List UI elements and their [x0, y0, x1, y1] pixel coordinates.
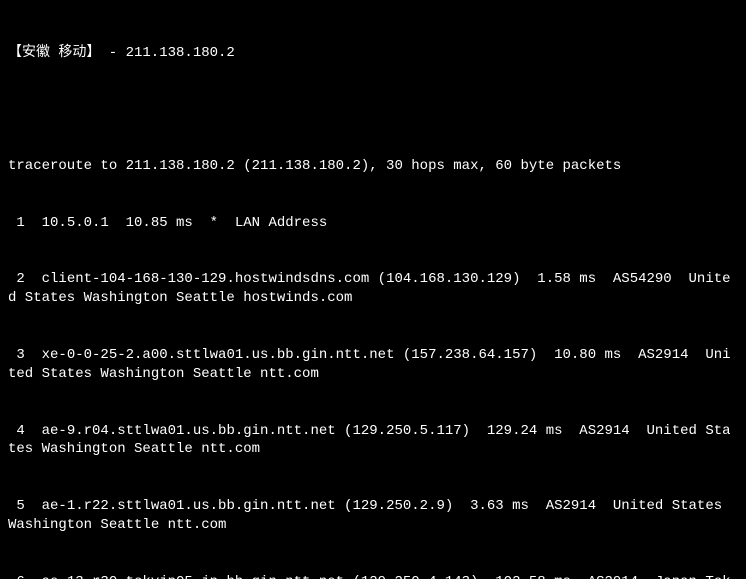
hop-2: 2 client-104-168-130-129.hostwindsdns.co…	[8, 270, 738, 308]
terminal-window: 【安徽 移动】 - 211.138.180.2 traceroute to 21…	[0, 0, 746, 579]
hop-5: 5 ae-1.r22.sttlwa01.us.bb.gin.ntt.net (1…	[8, 497, 738, 535]
traceroute-intro: traceroute to 211.138.180.2 (211.138.180…	[8, 157, 738, 176]
blank-line	[8, 100, 738, 119]
hop-3: 3 xe-0-0-25-2.a00.sttlwa01.us.bb.gin.ntt…	[8, 346, 738, 384]
hop-6: 6 ae-13.r30.tokyjp05.jp.bb.gin.ntt.net (…	[8, 573, 738, 579]
hop-1: 1 10.5.0.1 10.85 ms * LAN Address	[8, 214, 738, 233]
hop-4: 4 ae-9.r04.sttlwa01.us.bb.gin.ntt.net (1…	[8, 422, 738, 460]
header-title: 【安徽 移动】 - 211.138.180.2	[8, 44, 738, 63]
